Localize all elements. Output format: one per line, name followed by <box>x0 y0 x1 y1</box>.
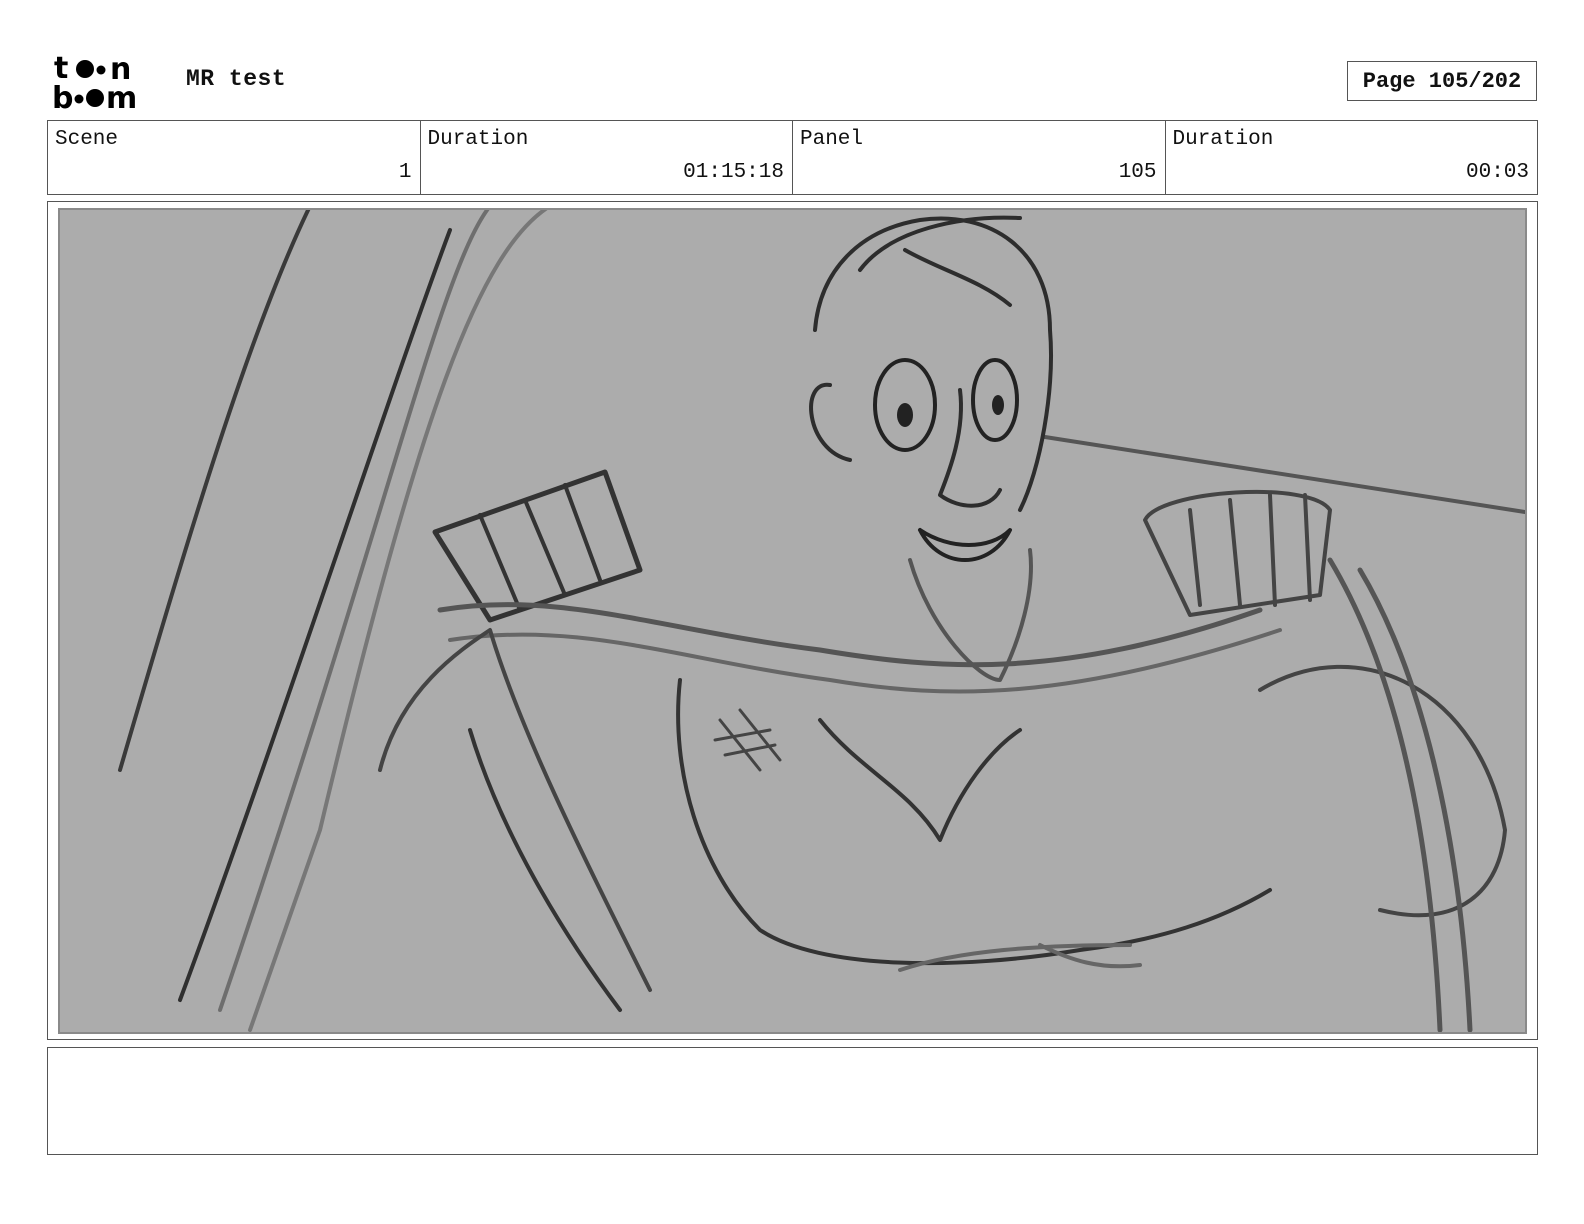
sketch-torso <box>676 678 1272 966</box>
toon-boom-logo: t n b m <box>52 51 164 116</box>
scene-value: 1 <box>398 161 412 184</box>
sketch-shoulder-right <box>1258 664 1507 918</box>
sketch-mouth <box>918 528 1012 562</box>
sketch-pupil-left <box>897 403 913 427</box>
scene-cell: Scene 1 <box>48 121 421 194</box>
sketch-hatch <box>713 708 782 772</box>
scene-duration-value: 01:15:18 <box>683 161 784 184</box>
scene-duration-cell: Duration 01:15:18 <box>421 121 793 194</box>
sketch-pillar-line <box>118 210 311 772</box>
sketch-beard <box>908 548 1033 682</box>
panel-cell: Panel 105 <box>793 121 1166 194</box>
sketch-finger <box>1188 493 1312 607</box>
sketch-hand-left <box>432 469 643 623</box>
sketch-pillar-line <box>178 228 452 1002</box>
panel-duration-value: 00:03 <box>1465 161 1529 184</box>
sketch-pillar-line <box>248 210 548 1032</box>
page-label: Page 105/202 <box>1362 68 1522 94</box>
panel-notes-box <box>47 1047 1538 1155</box>
sketch-pupil-right <box>992 395 1004 415</box>
scene-info-row: Scene 1 Duration 01:15:18 Panel 105 Dura… <box>47 120 1538 195</box>
sketch-pipe-right <box>1327 557 1473 1032</box>
svg-text:b: b <box>52 81 73 112</box>
scene-duration-label: Duration <box>427 128 529 151</box>
sketch-nose <box>938 388 1002 508</box>
sketch-drawing <box>118 210 1525 1032</box>
project-title: MR test <box>186 66 287 92</box>
panel-label: Panel <box>800 128 864 151</box>
logo-line-boom: b m <box>52 81 137 116</box>
sketch-ear <box>809 382 852 462</box>
sketch-bg-line <box>1043 435 1525 514</box>
panel-duration-cell: Duration 00:03 <box>1166 121 1538 194</box>
panel-value: 105 <box>1118 161 1157 184</box>
page-indicator: Page 105/202 <box>1347 61 1537 101</box>
panel-duration-label: Duration <box>1172 128 1274 151</box>
svg-text:m: m <box>106 81 137 112</box>
sketch-chest <box>818 718 1022 842</box>
scene-label: Scene <box>55 128 119 151</box>
sketch-shoulder-left <box>378 628 652 992</box>
storyboard-panel-image <box>58 208 1527 1034</box>
